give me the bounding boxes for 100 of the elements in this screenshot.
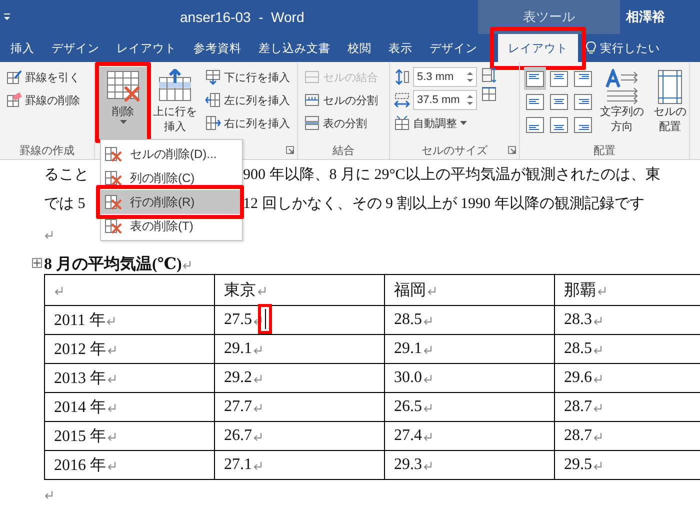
ribbon-button[interactable]: 左に列を挿入 [203,90,292,110]
ribbon-tab[interactable]: デザイン [421,34,486,62]
column-header: 那覇 [564,280,596,300]
ribbon-button[interactable]: 右に列を挿入 [203,113,292,133]
text-direction-icon [604,69,640,105]
align-icon [526,116,544,132]
paragraph-mark-icon [597,286,606,294]
ribbon-button[interactable]: 罫線の削除 [4,90,82,110]
paragraph-mark-icon [593,460,602,470]
table-cell: 28.3 [564,311,592,329]
table-cell: 28.7 [564,398,592,416]
ribbon-icon-button[interactable] [481,67,497,83]
insert-left-icon [205,92,221,108]
group-label: セルのサイズ [422,144,488,158]
caret-icon [120,120,126,124]
table-delete-icon [104,146,122,162]
table-pencil-icon [6,69,22,85]
column-header: 東京 [224,280,256,300]
menu-item[interactable]: 列の削除(C) [101,166,242,190]
table-cell: 29.1 [394,340,422,358]
row-height-icon [394,69,410,85]
paragraph-mark-icon [593,432,602,440]
paragraph-mark-icon [253,432,262,440]
ribbon-large-button[interactable]: 文字列の 方向 [598,67,646,137]
ribbon-tab[interactable]: 差し込み文書 [250,34,339,62]
dialog-launcher-icon[interactable] [286,146,294,154]
paragraph-mark-icon [423,402,432,412]
spin-arrows-icon [466,93,474,107]
distribute-rows-icon [481,67,497,83]
paragraph-mark-icon [427,286,436,294]
quick-access-menu-icon [2,12,12,22]
ribbon-large-button[interactable]: 上に行を 挿入 [151,67,199,137]
dialog-launcher-icon[interactable] [508,146,516,154]
align-button[interactable] [524,67,546,90]
paragraph-mark-icon [107,432,116,440]
delete-button[interactable]: 削除 [99,67,147,139]
tell-me-link[interactable]: 実行したい [600,40,660,56]
align-icon [526,94,544,110]
paragraph-mark-icon [593,344,602,354]
table-cell: 26.7 [224,427,252,445]
ribbon-tab[interactable]: 挿入 [2,34,43,62]
size-spin-field[interactable]: 5.3 mm [413,67,477,87]
table-cell-text: 2011 年 [54,310,106,330]
ribbon-tab[interactable]: 表示 [380,34,421,62]
column-width-icon [394,92,410,108]
align-icon [574,116,592,132]
paragraph-mark-icon [44,490,53,498]
paragraph-mark-icon [423,344,432,354]
ribbon-tab[interactable]: 参考資料 [185,34,250,62]
table-cell-text: 2016 年 [54,456,106,476]
menu-item[interactable]: 行の削除(R) [101,190,242,214]
ribbon-button[interactable]: 下に行を挿入 [203,67,292,87]
size-spin-field[interactable]: 37.5 mm [413,90,477,110]
ribbon-icon-button[interactable] [481,86,497,102]
ribbon-button[interactable]: セルの分割 [302,90,380,110]
table-delete-icon [104,194,122,210]
ribbon-tab[interactable]: デザイン [43,34,108,62]
autofit-dropdown[interactable]: 自動調整 [394,113,477,133]
split-table-icon [304,115,320,131]
paragraph-mark-icon [182,260,191,268]
paragraph-mark-icon [423,316,432,324]
menu-item[interactable]: セルの削除(D)... [101,142,242,166]
ribbon-tab[interactable]: 校閲 [339,34,380,62]
paragraph-mark-icon [423,460,432,470]
paragraph-mark-icon [253,460,262,470]
paragraph-mark-icon [423,374,432,382]
user-name[interactable]: 相澤裕 [626,8,665,26]
column-header: 福岡 [394,280,426,300]
paragraph-mark-icon [593,374,602,382]
spin-arrows-icon [466,70,474,84]
table-cell-text: 2013 年 [54,368,106,388]
table-move-handle-icon[interactable] [32,258,42,268]
ribbon-button[interactable]: 罫線を引く [4,67,82,87]
align-icon [550,70,568,86]
paragraph-mark-icon [593,316,602,324]
ribbon-tab[interactable]: レイアウト [498,34,578,62]
table-caption: 8 月の平均気温(℃) [44,254,182,274]
split-cells-icon [304,92,320,108]
ribbon-large-button[interactable]: セルの 配置 [650,67,690,137]
paragraph-mark-icon [423,432,432,440]
menu-item[interactable]: 表の削除(T) [101,214,242,238]
align-icon [574,70,592,86]
table-delete-icon [104,170,122,186]
paragraph-mark-icon [253,344,262,354]
paragraph-mark-icon [107,374,116,382]
paragraph-mark-icon [54,286,63,294]
align-icon [550,94,568,110]
align-icon [550,116,568,132]
table-cell-text: 2012 年 [54,340,106,360]
insert-right-icon [205,115,221,131]
distribute-columns-icon [481,86,497,102]
table-cell: 28.5 [564,340,592,358]
ribbon-tab[interactable]: レイアウト [108,34,185,62]
table-cell: 27.7 [224,398,252,416]
table-cell: 26.5 [394,398,422,416]
ribbon-button[interactable]: 表の分割 [302,113,380,133]
paragraph-mark-icon [593,402,602,412]
align-icon [526,70,544,86]
paragraph-mark-icon [106,316,116,324]
paragraph-mark-icon [107,402,116,412]
